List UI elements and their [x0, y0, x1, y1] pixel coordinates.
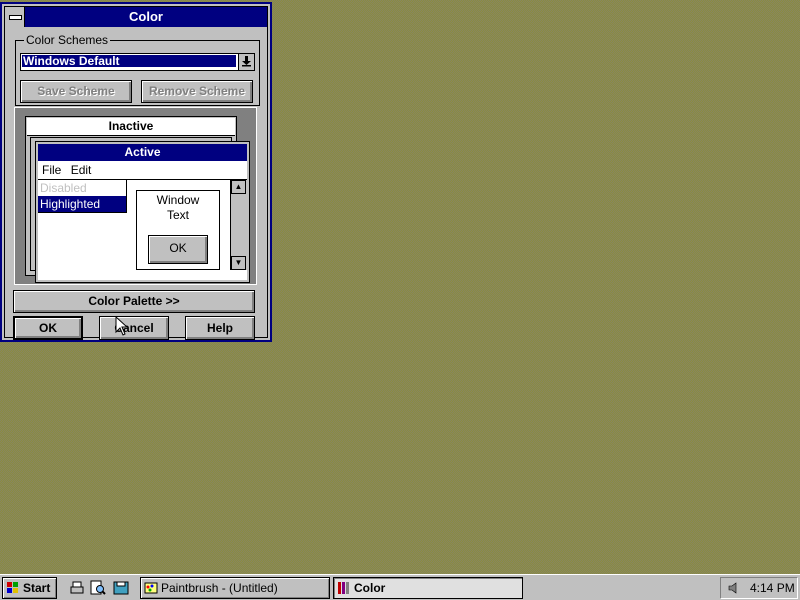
start-label: Start — [23, 581, 51, 595]
scroll-down-icon[interactable]: ▼ — [231, 256, 246, 270]
color-dialog: Color Color Schemes Windows Default Save… — [0, 2, 272, 342]
menu-file-sample[interactable]: File — [38, 163, 63, 177]
windows-logo-icon — [7, 582, 18, 593]
printer-glyph-icon — [70, 581, 84, 594]
window-text-line1: Window — [156, 193, 200, 207]
highlighted-text-sample[interactable]: Highlighted — [38, 196, 126, 212]
cancel-button[interactable]: Cancel — [99, 316, 169, 340]
magnifier-icon — [90, 580, 106, 595]
file-search-icon[interactable] — [89, 579, 107, 597]
color-palette-button[interactable]: Color Palette >> — [13, 290, 255, 313]
floppy-icon — [113, 581, 129, 595]
paintbrush-icon — [144, 582, 158, 594]
arrow-down-icon — [242, 56, 251, 67]
sample-ok-button[interactable]: OK — [148, 235, 208, 264]
help-button[interactable]: Help — [185, 316, 255, 340]
speaker-icon[interactable] — [727, 581, 741, 595]
color-scheme-dropdown[interactable]: Windows Default — [20, 53, 255, 71]
start-button[interactable]: Start — [2, 577, 57, 599]
scroll-up-icon[interactable]: ▲ — [231, 180, 246, 194]
menu-dropdown-sample[interactable]: Disabled Highlighted — [38, 180, 127, 213]
dialog-title: Color — [129, 9, 163, 24]
menu-bar-sample[interactable]: File Edit — [38, 161, 247, 180]
active-window-sample[interactable]: Active File Edit Disabled Highlighted Wi… — [35, 141, 250, 283]
taskbar: Start Paintbrush - (Untitled) Color 4:14… — [0, 574, 800, 600]
system-menu-icon[interactable] — [5, 7, 25, 27]
inactive-title-sample[interactable]: Inactive — [27, 118, 235, 136]
disabled-text-sample[interactable]: Disabled — [39, 181, 125, 195]
mouse-cursor-icon — [115, 316, 129, 336]
system-tray: 4:14 PM — [720, 577, 798, 599]
printer-icon[interactable] — [68, 579, 86, 597]
window-text-line2: Text — [166, 208, 189, 222]
scrollbar-sample[interactable]: ▲ ▼ — [230, 180, 247, 270]
menu-edit-sample[interactable]: Edit — [67, 163, 94, 177]
task-paintbrush-label: Paintbrush - (Untitled) — [161, 581, 278, 595]
color-control-icon — [338, 582, 349, 594]
color-schemes-label: Color Schemes — [24, 33, 111, 47]
color-schemes-group: Color Schemes Windows Default Save Schem… — [15, 33, 260, 106]
ok-button[interactable]: OK — [13, 316, 83, 340]
window-text-label: Window Text — [137, 193, 219, 223]
color-sample-preview[interactable]: Inactive Active File Edit Disabled Highl… — [14, 107, 257, 285]
color-scheme-value: Windows Default — [22, 55, 236, 67]
task-color[interactable]: Color — [333, 577, 523, 599]
dropdown-arrow-icon[interactable] — [238, 54, 254, 70]
remove-scheme-button[interactable]: Remove Scheme — [141, 80, 253, 103]
clock[interactable]: 4:14 PM — [750, 581, 795, 595]
dialog-titlebar[interactable]: Color — [5, 7, 267, 27]
app-workspace-sample[interactable]: Disabled Highlighted Window Text OK ▲ ▼ — [38, 180, 247, 280]
active-title-sample[interactable]: Active — [38, 144, 247, 161]
save-scheme-button[interactable]: Save Scheme — [20, 80, 132, 103]
disk-icon[interactable] — [112, 579, 130, 597]
window-text-sample[interactable]: Window Text OK — [136, 190, 220, 270]
task-paintbrush[interactable]: Paintbrush - (Untitled) — [140, 577, 330, 599]
task-color-label: Color — [354, 581, 386, 595]
dialog-body: Color Color Schemes Windows Default Save… — [4, 6, 268, 340]
